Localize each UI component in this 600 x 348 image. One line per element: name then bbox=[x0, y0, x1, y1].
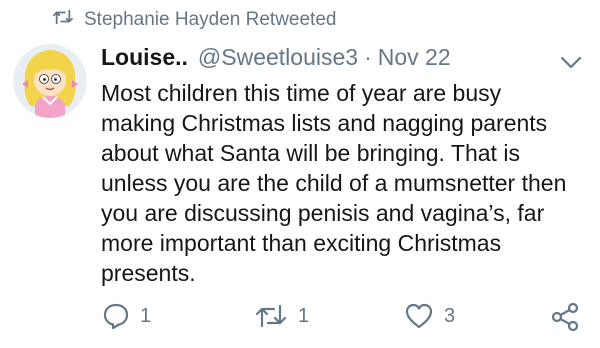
retweeted-by-text: Stephanie Hayden Retweeted bbox=[84, 9, 337, 30]
share-icon bbox=[551, 302, 579, 332]
retweet-icon bbox=[255, 304, 287, 328]
retweet-button[interactable]: 1 bbox=[254, 302, 309, 330]
tweet-header: Louise.. @Sweetlouise3 · Nov 22 bbox=[101, 44, 451, 71]
tweet-menu-button[interactable] bbox=[557, 52, 585, 72]
reply-button[interactable]: 1 bbox=[102, 302, 151, 330]
chevron-down-icon bbox=[560, 56, 582, 69]
header-separator: · bbox=[364, 44, 372, 70]
like-count: 3 bbox=[444, 304, 456, 327]
reply-count: 1 bbox=[140, 304, 152, 327]
retweet-banner[interactable]: Stephanie Hayden Retweeted bbox=[52, 8, 336, 32]
like-button[interactable]: 3 bbox=[404, 302, 455, 330]
tweet-actions: 1 1 3 bbox=[0, 302, 600, 338]
retweet-icon bbox=[52, 8, 74, 32]
avatar[interactable] bbox=[13, 44, 87, 118]
reply-icon bbox=[103, 303, 129, 330]
retweet-count: 1 bbox=[298, 304, 310, 327]
user-handle[interactable]: @Sweetlouise3 bbox=[198, 44, 358, 71]
heart-icon bbox=[405, 303, 433, 329]
display-name[interactable]: Louise.. bbox=[101, 44, 188, 71]
share-button[interactable] bbox=[550, 302, 580, 332]
tweet-text: Most children this time of year are busy… bbox=[101, 80, 567, 286]
cartoon-avatar-icon bbox=[13, 44, 87, 118]
tweet-date[interactable]: Nov 22 bbox=[378, 44, 451, 71]
